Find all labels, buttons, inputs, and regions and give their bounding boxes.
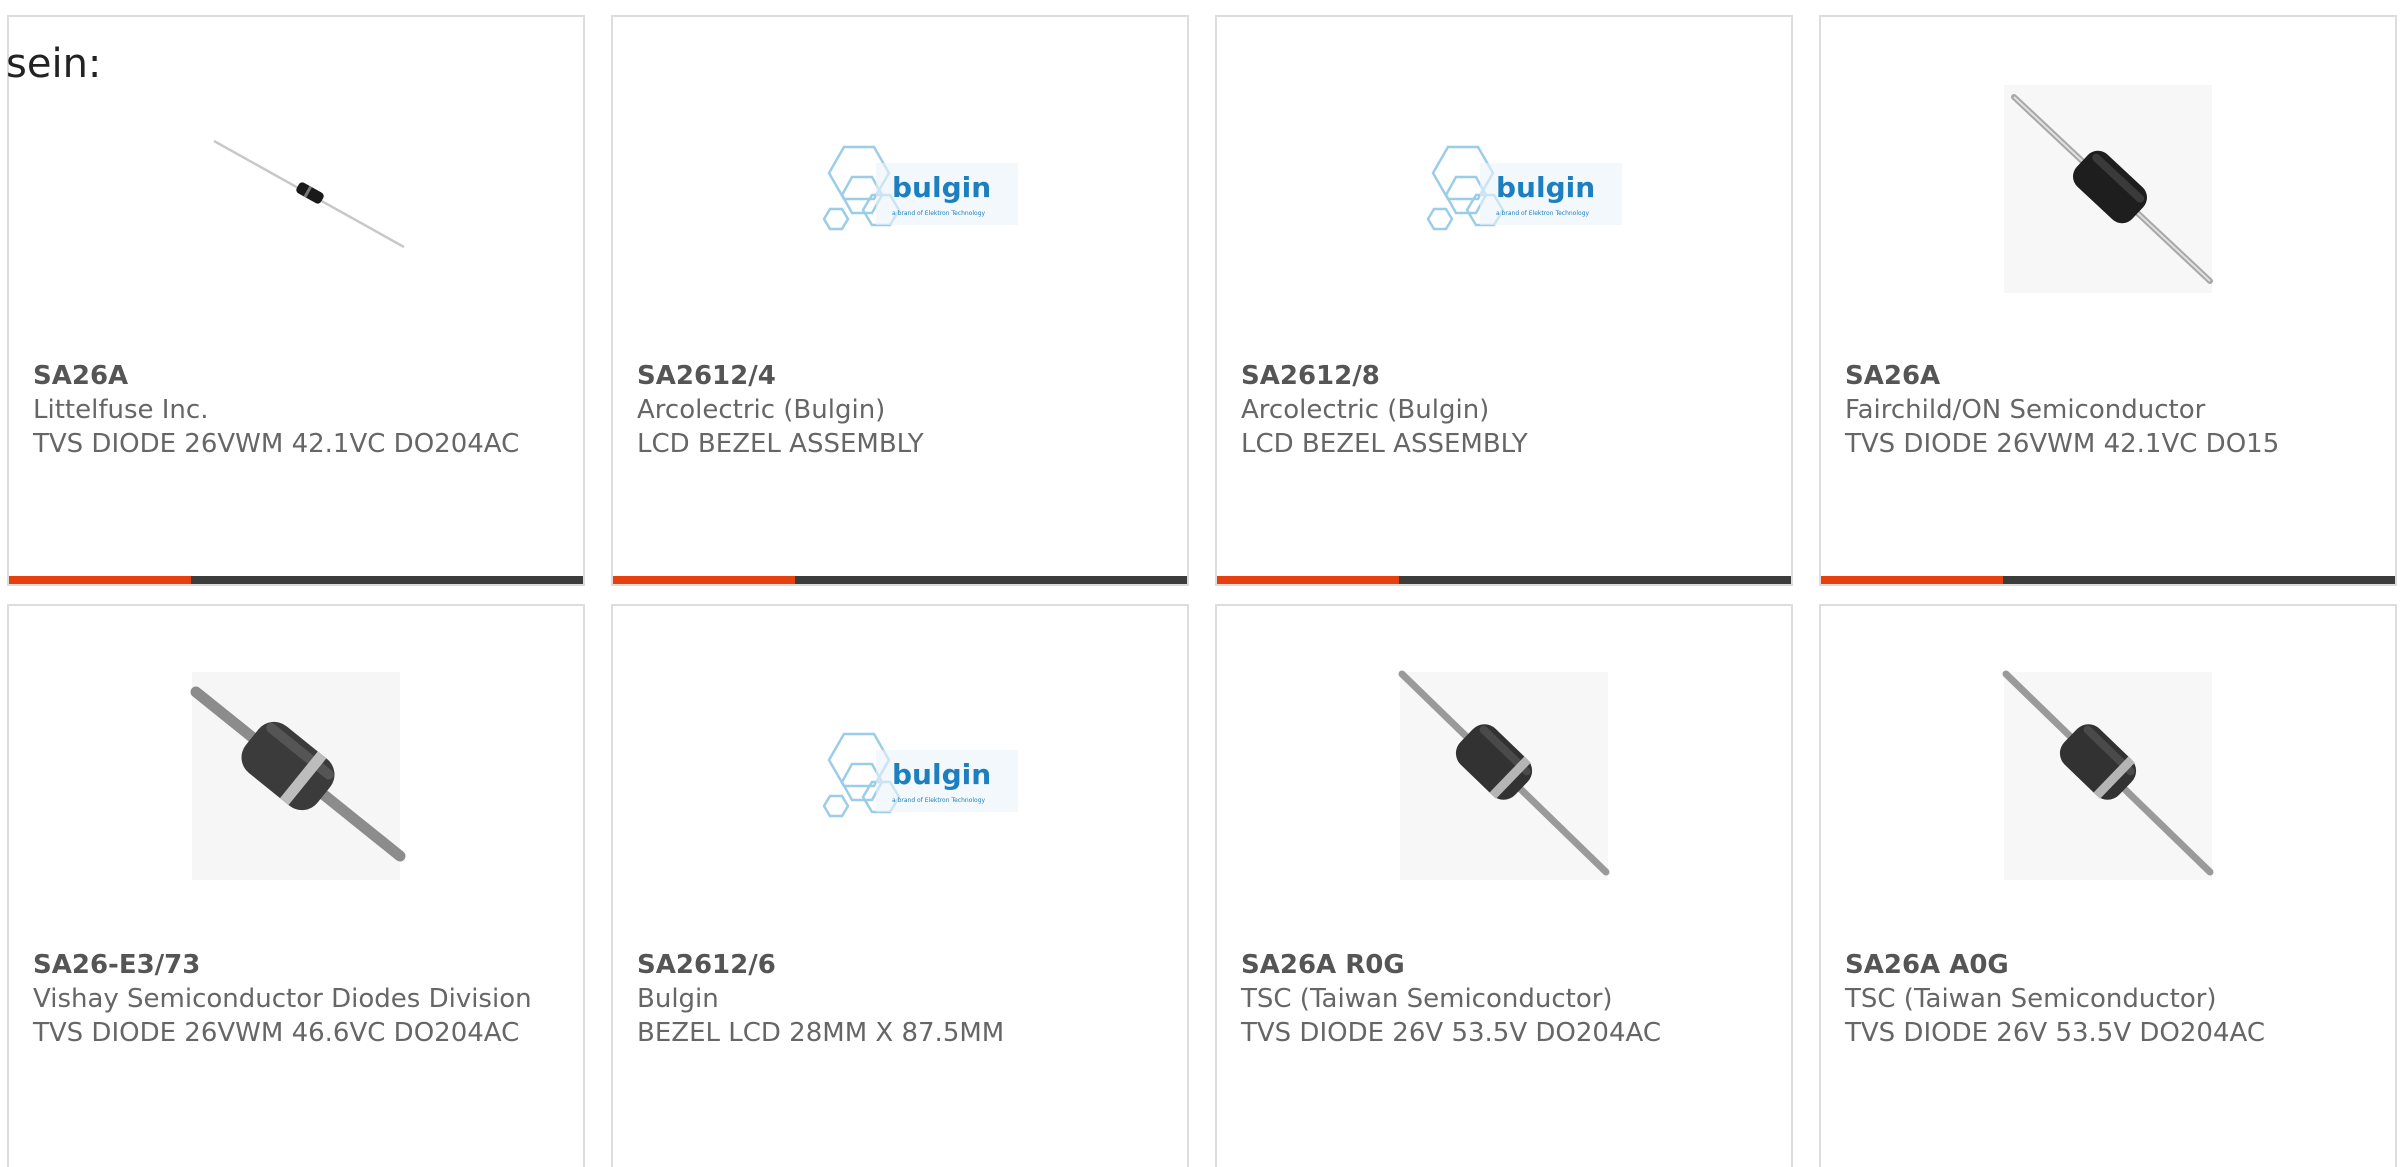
product-image[interactable] [9,69,583,309]
card-accent-bar [1217,576,1399,584]
bulgin-logo-subtext: a brand of Elektron Technology [892,210,985,217]
manufacturer-name: Fairchild/ON Semiconductor [1845,395,2206,425]
manufacturer-name: TSC (Taiwan Semiconductor) [1241,984,1613,1014]
card-footer-bar [1217,576,1791,584]
product-image[interactable]: bulgin a brand of Elektron Technology [1217,69,1791,309]
bulgin-logo-subtext: a brand of Elektron Technology [1496,210,1589,217]
card-accent-bar [9,576,191,584]
product-info: SA2612/4 Arcolectric (Bulgin) LCD BEZEL … [637,359,1167,461]
product-image[interactable] [9,656,583,896]
product-description: LCD BEZEL ASSEMBLY [637,429,924,459]
card-accent-bar [1821,576,2003,584]
manufacturer-name: Arcolectric (Bulgin) [637,395,886,425]
product-info: SA26A A0G TSC (Taiwan Semiconductor) TVS… [1845,948,2375,1050]
product-info: SA26A R0G TSC (Taiwan Semiconductor) TVS… [1241,948,1771,1050]
product-card[interactable]: SA26-E3/73 Vishay Semiconductor Diodes D… [7,604,585,1167]
product-card[interactable]: SA26A Fairchild/ON Semiconductor TVS DIO… [1819,15,2397,586]
manufacturer-name: Vishay Semiconductor Diodes Division [33,984,532,1014]
page: sein: SA26A Littelfuse Inc. TVS DIODE 26… [0,0,2400,1167]
product-info: SA26A Littelfuse Inc. TVS DIODE 26VWM 42… [33,359,563,461]
part-number-link[interactable]: SA2612/8 [1241,359,1771,393]
axial-diode-image [190,672,406,880]
card-accent-bar [613,576,795,584]
part-number-link[interactable]: SA26A [1845,359,2375,393]
product-info: SA2612/8 Arcolectric (Bulgin) LCD BEZEL … [1241,359,1771,461]
product-image[interactable] [1821,656,2395,896]
part-number-link[interactable]: SA2612/4 [637,359,1167,393]
card-footer-bar [1821,576,2395,584]
part-number-link[interactable]: SA26A A0G [1845,948,2375,982]
axial-diode-image [2002,670,2214,880]
manufacturer-name: TSC (Taiwan Semiconductor) [1845,984,2217,1014]
bulgin-logo-image: bulgin a brand of Elektron Technology [822,732,1018,818]
bulgin-logo-image: bulgin a brand of Elektron Technology [822,145,1018,231]
thin-axial-diode-image [213,139,405,249]
manufacturer-name: Littelfuse Inc. [33,395,209,425]
axial-diode-image [2004,85,2213,293]
product-description: TVS DIODE 26V 53.5V DO204AC [1241,1018,1661,1048]
axial-diode-image [1398,670,1610,880]
product-card[interactable]: bulgin a brand of Elektron Technology SA… [611,604,1189,1167]
product-description: BEZEL LCD 28MM X 87.5MM [637,1018,1005,1048]
part-number-link[interactable]: SA26-E3/73 [33,948,563,982]
product-info: SA2612/6 Bulgin BEZEL LCD 28MM X 87.5MM [637,948,1167,1050]
product-info: SA26-E3/73 Vishay Semiconductor Diodes D… [33,948,563,1050]
product-image[interactable] [1821,69,2395,309]
product-image[interactable] [1217,656,1791,896]
manufacturer-name: Bulgin [637,984,719,1014]
product-image[interactable]: bulgin a brand of Elektron Technology [613,656,1187,896]
card-footer-bar [613,576,1187,584]
product-card[interactable]: SA26A Littelfuse Inc. TVS DIODE 26VWM 42… [7,15,585,586]
bulgin-logo-text: bulgin [892,171,991,204]
bulgin-logo-subtext: a brand of Elektron Technology [892,797,985,804]
product-description: TVS DIODE 26V 53.5V DO204AC [1845,1018,2265,1048]
product-image[interactable]: bulgin a brand of Elektron Technology [613,69,1187,309]
product-info: SA26A Fairchild/ON Semiconductor TVS DIO… [1845,359,2375,461]
product-card[interactable]: SA26A A0G TSC (Taiwan Semiconductor) TVS… [1819,604,2397,1167]
part-number-link[interactable]: SA26A R0G [1241,948,1771,982]
bulgin-logo-text: bulgin [1496,171,1595,204]
product-description: TVS DIODE 26VWM 46.6VC DO204AC [33,1018,520,1048]
product-description: TVS DIODE 26VWM 42.1VC DO204AC [33,429,520,459]
product-description: TVS DIODE 26VWM 42.1VC DO15 [1845,429,2280,459]
product-grid: SA26A Littelfuse Inc. TVS DIODE 26VWM 42… [7,15,2400,1167]
product-card[interactable]: bulgin a brand of Elektron Technology SA… [1215,15,1793,586]
part-number-link[interactable]: SA2612/6 [637,948,1167,982]
part-number-link[interactable]: SA26A [33,359,563,393]
product-card[interactable]: bulgin a brand of Elektron Technology SA… [611,15,1189,586]
manufacturer-name: Arcolectric (Bulgin) [1241,395,1490,425]
product-description: LCD BEZEL ASSEMBLY [1241,429,1528,459]
intro-text: sein: [6,41,102,87]
bulgin-logo-text: bulgin [892,758,991,791]
product-card[interactable]: SA26A R0G TSC (Taiwan Semiconductor) TVS… [1215,604,1793,1167]
bulgin-logo-image: bulgin a brand of Elektron Technology [1426,145,1622,231]
card-footer-bar [9,576,583,584]
